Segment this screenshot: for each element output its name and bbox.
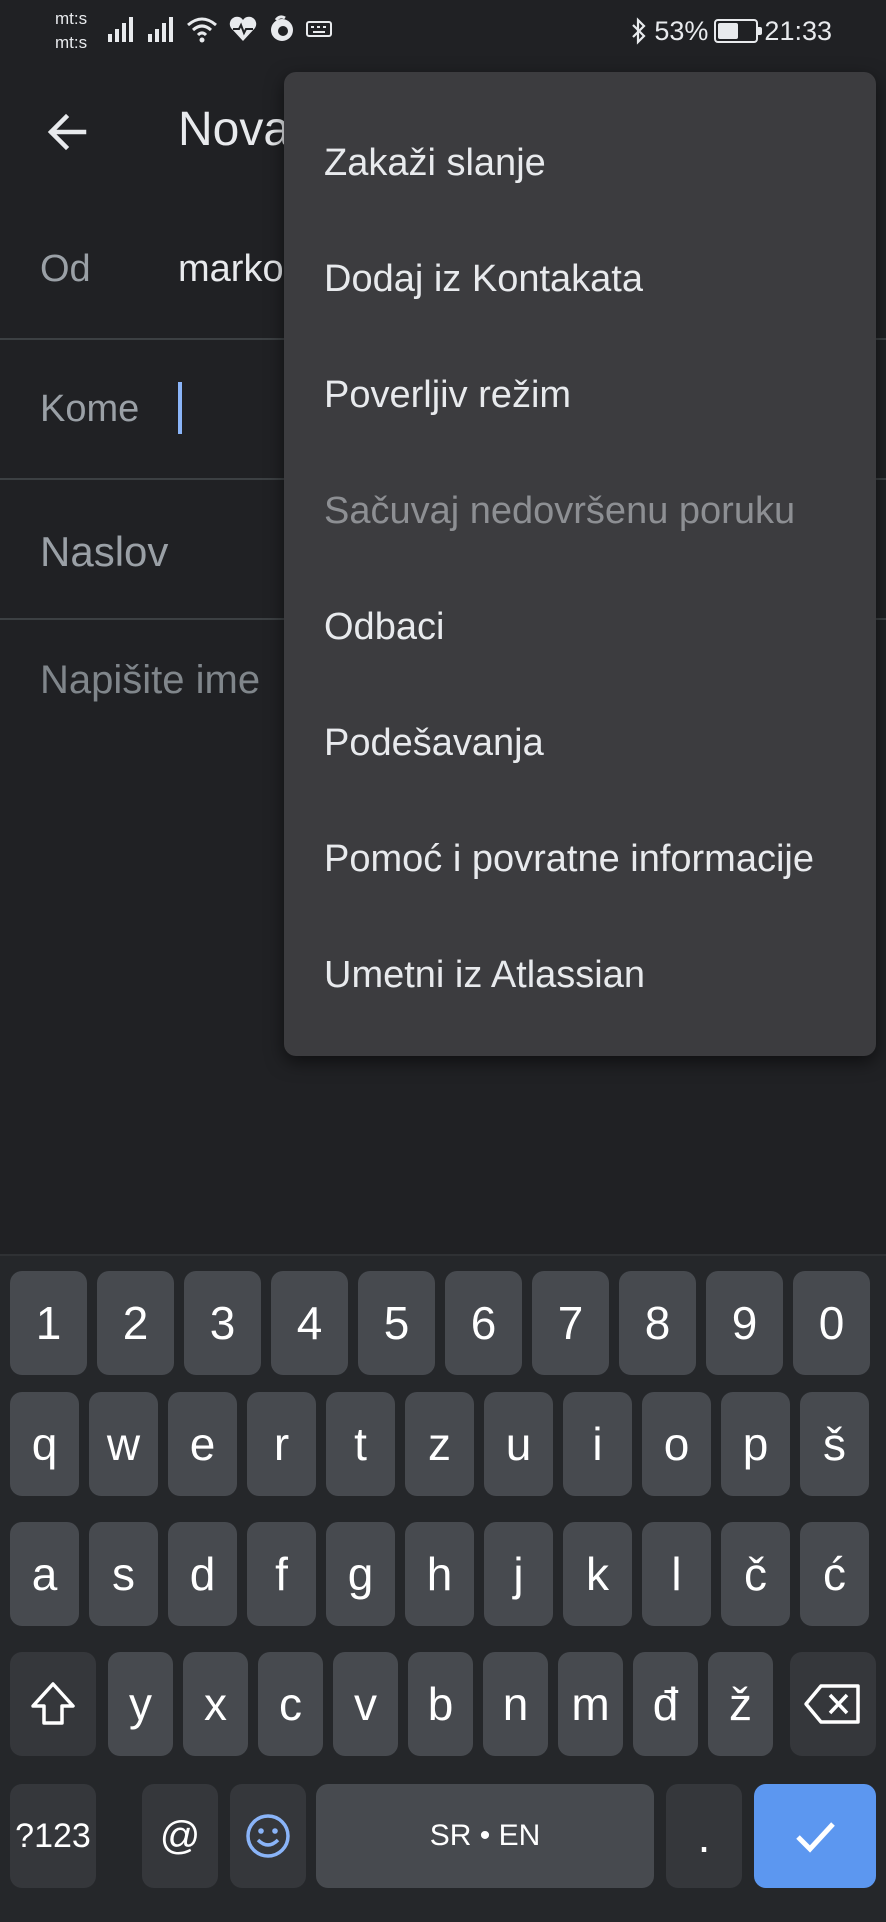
keyboard-icon xyxy=(306,21,332,37)
symbols-key[interactable]: ?123 xyxy=(10,1784,96,1888)
key-s[interactable]: s xyxy=(89,1522,158,1626)
emoji-icon xyxy=(246,1814,290,1858)
signal-icon-2 xyxy=(148,17,173,42)
status-right: 53% 21:33 xyxy=(630,14,886,48)
battery-fill xyxy=(718,23,738,39)
back-arrow-icon[interactable] xyxy=(40,104,96,160)
battery-icon xyxy=(714,19,763,43)
key-ć[interactable]: ć xyxy=(800,1522,869,1626)
space-key[interactable]: SR • EN xyxy=(316,1784,654,1888)
key-n[interactable]: n xyxy=(483,1652,548,1756)
key-đ[interactable]: đ xyxy=(633,1652,698,1756)
enter-key[interactable] xyxy=(754,1784,876,1888)
key-b[interactable]: b xyxy=(408,1652,473,1756)
at-key[interactable]: @ xyxy=(142,1784,218,1888)
from-label: Od xyxy=(40,248,91,290)
menu-item[interactable]: Podešavanja xyxy=(284,684,876,802)
status-bar: mt:s mt:s 53% 21:33 xyxy=(0,0,886,62)
from-value: marko xyxy=(178,248,284,290)
key-j[interactable]: j xyxy=(484,1522,553,1626)
key-y[interactable]: y xyxy=(108,1652,173,1756)
key-o[interactable]: o xyxy=(642,1392,711,1496)
key-f[interactable]: f xyxy=(247,1522,316,1626)
key-m[interactable]: m xyxy=(558,1652,623,1756)
battery-percent: 53% xyxy=(654,15,709,46)
key-z[interactable]: z xyxy=(405,1392,474,1496)
key-c[interactable]: c xyxy=(258,1652,323,1756)
key-5[interactable]: 5 xyxy=(358,1271,435,1375)
menu-item[interactable]: Zakaži slanje xyxy=(284,104,876,222)
menu-item[interactable]: Poverljiv režim xyxy=(284,336,876,454)
key-g[interactable]: g xyxy=(326,1522,395,1626)
key-h[interactable]: h xyxy=(405,1522,474,1626)
menu-item: Sačuvaj nedovršenu poruku xyxy=(324,489,796,532)
key-u[interactable]: u xyxy=(484,1392,553,1496)
key-6[interactable]: 6 xyxy=(445,1271,522,1375)
menu-item[interactable]: Dodaj iz Kontakata xyxy=(284,220,876,338)
subject-placeholder: Naslov xyxy=(40,528,169,575)
bluetooth-icon xyxy=(632,17,646,45)
carrier-label-1: mt:s xyxy=(55,9,88,28)
body-input-placeholder[interactable]: Napišite ime xyxy=(40,658,260,703)
signal-icon xyxy=(108,17,133,42)
shift-icon xyxy=(31,1682,75,1725)
emoji-key[interactable] xyxy=(230,1784,306,1888)
firefox-icon xyxy=(271,15,293,41)
status-icons xyxy=(106,14,332,44)
key-r[interactable]: r xyxy=(247,1392,316,1496)
key-w[interactable]: w xyxy=(89,1392,158,1496)
key-x[interactable]: x xyxy=(183,1652,248,1756)
keyboard: 1234567890 qwertzuiopš asdfghjklčć yxcvb… xyxy=(0,1254,886,1922)
key-t[interactable]: t xyxy=(326,1392,395,1496)
key-p[interactable]: p xyxy=(721,1392,790,1496)
key-0[interactable]: 0 xyxy=(793,1271,870,1375)
clock: 21:33 xyxy=(764,15,832,46)
menu-item[interactable]: Odbaci xyxy=(284,568,876,686)
overflow-menu: Zakaži slanje Dodaj iz Kontakata Poverljiv… xyxy=(284,72,876,1056)
carrier-label-2: mt:s xyxy=(55,33,88,52)
key-7[interactable]: 7 xyxy=(532,1271,609,1375)
period-key[interactable]: . xyxy=(666,1784,742,1888)
key-i[interactable]: i xyxy=(563,1392,632,1496)
backspace-key[interactable] xyxy=(790,1652,876,1756)
key-č[interactable]: č xyxy=(721,1522,790,1626)
key-q[interactable]: q xyxy=(10,1392,79,1496)
key-8[interactable]: 8 xyxy=(619,1271,696,1375)
wifi-icon xyxy=(187,17,217,43)
menu-item[interactable]: Umetni iz Atlassian xyxy=(284,916,876,1034)
key-a[interactable]: a xyxy=(10,1522,79,1626)
backspace-icon xyxy=(804,1684,860,1724)
key-k[interactable]: k xyxy=(563,1522,632,1626)
key-9[interactable]: 9 xyxy=(706,1271,783,1375)
key-v[interactable]: v xyxy=(333,1652,398,1756)
key-1[interactable]: 1 xyxy=(10,1271,87,1375)
key-š[interactable]: š xyxy=(800,1392,869,1496)
to-label: Kome xyxy=(40,388,140,430)
key-4[interactable]: 4 xyxy=(271,1271,348,1375)
key-d[interactable]: d xyxy=(168,1522,237,1626)
page-title: Nova xyxy=(178,103,291,156)
key-3[interactable]: 3 xyxy=(184,1271,261,1375)
key-2[interactable]: 2 xyxy=(97,1271,174,1375)
menu-item[interactable]: Pomoć i povratne informacije xyxy=(284,800,876,918)
text-cursor xyxy=(178,382,182,434)
health-icon xyxy=(229,16,257,41)
checkmark-icon xyxy=(796,1822,835,1853)
key-l[interactable]: l xyxy=(642,1522,711,1626)
key-ž[interactable]: ž xyxy=(708,1652,773,1756)
key-e[interactable]: e xyxy=(168,1392,237,1496)
shift-key[interactable] xyxy=(10,1652,96,1756)
